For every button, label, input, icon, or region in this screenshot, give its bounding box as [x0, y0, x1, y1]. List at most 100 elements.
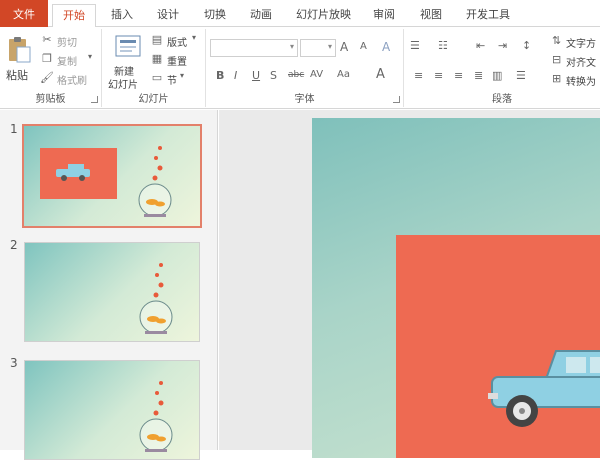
chevron-down-icon: ▾ [88, 52, 93, 61]
paste-button[interactable]: 粘贴 [4, 33, 34, 85]
text-direction-button[interactable]: ⇅ 文字方 [552, 34, 600, 50]
tab-view[interactable]: 视图 [420, 4, 442, 27]
section-button[interactable]: ▭ 节 ▾ [150, 71, 204, 87]
section-label: 节 [167, 76, 177, 87]
line-spacing-icon[interactable]: ↕ [522, 39, 531, 52]
format-painter-button[interactable]: 🖌 格式刷 [40, 71, 98, 87]
tab-design[interactable]: 设计 [157, 4, 179, 27]
chevron-down-icon: ▾ [192, 33, 197, 42]
bold-button[interactable]: B [216, 69, 224, 82]
convert-smartart-label: 转换为 [566, 77, 596, 88]
tab-slideshow[interactable]: 幻灯片放映 [296, 4, 351, 27]
align-right-icon[interactable]: ≡ [454, 69, 463, 82]
slides-group-label: 幻灯片 [138, 94, 169, 105]
slide-thumbnail-1[interactable] [22, 124, 202, 228]
fishbowl-icon [139, 381, 173, 452]
font-group-label: 字体 [294, 94, 315, 105]
tab-insert[interactable]: 插入 [111, 4, 133, 27]
tab-home[interactable]: 开始 [52, 4, 96, 28]
reset-icon: ▦ [151, 52, 163, 65]
text-direction-label: 文字方 [566, 39, 596, 50]
slide-thumbnail-3[interactable] [24, 360, 200, 460]
align-text-icon: ⊟ [552, 53, 562, 66]
font-size-dropdown[interactable]: ▾ [300, 39, 336, 57]
slide-number: 2 [10, 238, 18, 252]
layout-icon: ▤ [151, 33, 163, 46]
align-left-icon[interactable]: ≡ [414, 69, 423, 82]
clipboard-group: 粘贴 ✂ 剪切 ❐ 复制 ▾ 🖌 格式刷 剪贴板 [0, 29, 102, 107]
shrink-font-button[interactable]: A [360, 41, 367, 52]
tab-developer[interactable]: 开发工具 [466, 4, 510, 27]
smartart-icon: ⊞ [552, 72, 562, 85]
paste-icon [9, 37, 31, 63]
slide-canvas[interactable] [312, 118, 600, 458]
paste-label: 粘贴 [6, 69, 28, 82]
layout-label: 版式 [167, 38, 187, 49]
section-icon: ▭ [151, 71, 163, 84]
clipboard-group-label: 剪贴板 [35, 94, 66, 105]
tab-file[interactable]: 文件 [0, 0, 48, 27]
reset-label: 重置 [167, 57, 187, 68]
italic-button[interactable]: I [234, 69, 237, 82]
fishbowl-icon [138, 146, 172, 217]
brush-icon: 🖌 [40, 71, 54, 84]
text-direction-icon: ⇅ [552, 34, 562, 47]
font-group: ▾ ▾ A A A B I U S abc AV Aa A 字体 [206, 29, 404, 107]
red-block [40, 148, 117, 199]
convert-smartart-button[interactable]: ⊞ 转换为 [552, 72, 600, 88]
new-slide-icon [115, 35, 141, 57]
chevron-down-icon: ▾ [327, 42, 332, 51]
tab-review[interactable]: 审阅 [373, 4, 395, 27]
scissors-icon: ✂ [42, 33, 52, 46]
car-icon [488, 350, 600, 427]
grow-font-button[interactable]: A [340, 40, 348, 54]
red-block[interactable] [396, 235, 600, 458]
car-icon [56, 164, 90, 181]
chevron-down-icon: ▾ [289, 42, 294, 51]
align-text-button[interactable]: ⊟ 对齐文 [552, 53, 600, 69]
decrease-indent-icon[interactable]: ⇤ [476, 39, 485, 52]
cut-button[interactable]: ✂ 剪切 [40, 33, 98, 49]
chevron-down-icon: ▾ [180, 71, 185, 80]
underline-button[interactable]: U [252, 69, 260, 82]
layout-button[interactable]: ▤ 版式 ▾ [150, 33, 204, 49]
format-painter-label: 格式刷 [57, 76, 87, 87]
tab-animations[interactable]: 动画 [250, 4, 272, 27]
cut-label: 剪切 [57, 38, 77, 49]
columns-icon[interactable]: ▥ [492, 69, 502, 82]
font-dialog-launcher[interactable] [393, 96, 400, 103]
ribbon: 粘贴 ✂ 剪切 ❐ 复制 ▾ 🖌 格式刷 剪贴板 新建 幻灯片 ▤ 版式 ▾ ▦… [0, 27, 600, 109]
font-name-dropdown[interactable]: ▾ [210, 39, 298, 57]
character-spacing-button[interactable]: AV [310, 69, 323, 80]
increase-indent-icon[interactable]: ⇥ [498, 39, 507, 52]
copy-label: 复制 [57, 57, 77, 68]
distributed-icon[interactable]: ☰ [516, 69, 526, 82]
ribbon-tab-bar: 文件 开始 插入 设计 切换 动画 幻灯片放映 审阅 视图 开发工具 [0, 0, 600, 28]
change-case-button[interactable]: Aa [337, 69, 350, 80]
slides-group: 新建 幻灯片 ▤ 版式 ▾ ▦ 重置 ▭ 节 ▾ 幻灯片 [102, 29, 206, 107]
slide-number: 1 [10, 122, 18, 136]
clear-formatting-button[interactable]: A [382, 40, 390, 54]
strikethrough-button[interactable]: abc [288, 70, 304, 80]
justify-icon[interactable]: ≣ [474, 69, 483, 82]
new-slide-label-2: 幻灯片 [108, 80, 138, 91]
reset-button[interactable]: ▦ 重置 [150, 52, 204, 68]
bullets-icon[interactable]: ☰ [410, 39, 420, 52]
clipboard-dialog-launcher[interactable] [91, 96, 98, 103]
copy-icon: ❐ [42, 52, 52, 65]
fishbowl-icon [139, 263, 173, 334]
slide-thumbnail-2[interactable] [24, 242, 200, 342]
font-color-button[interactable]: A [376, 67, 385, 82]
paragraph-group: ☰ ☷ ⇤ ⇥ ↕ ≡ ≡ ≡ ≣ ▥ ☰ ⇅ 文字方 ⊟ 对齐文 ⊞ 转换为 … [404, 29, 600, 107]
numbering-icon[interactable]: ☷ [438, 39, 448, 52]
paragraph-group-label: 段落 [492, 94, 512, 105]
slide-number: 3 [10, 356, 18, 370]
align-text-label: 对齐文 [566, 58, 596, 69]
align-center-icon[interactable]: ≡ [434, 69, 443, 82]
copy-button[interactable]: ❐ 复制 ▾ [40, 52, 98, 68]
new-slide-button[interactable]: 新建 幻灯片 [108, 33, 148, 91]
slide-editor [219, 110, 600, 458]
slide-thumbnail-pane: 1 2 3 [0, 110, 218, 460]
shadow-button[interactable]: S [270, 69, 277, 82]
tab-transitions[interactable]: 切换 [204, 4, 226, 27]
